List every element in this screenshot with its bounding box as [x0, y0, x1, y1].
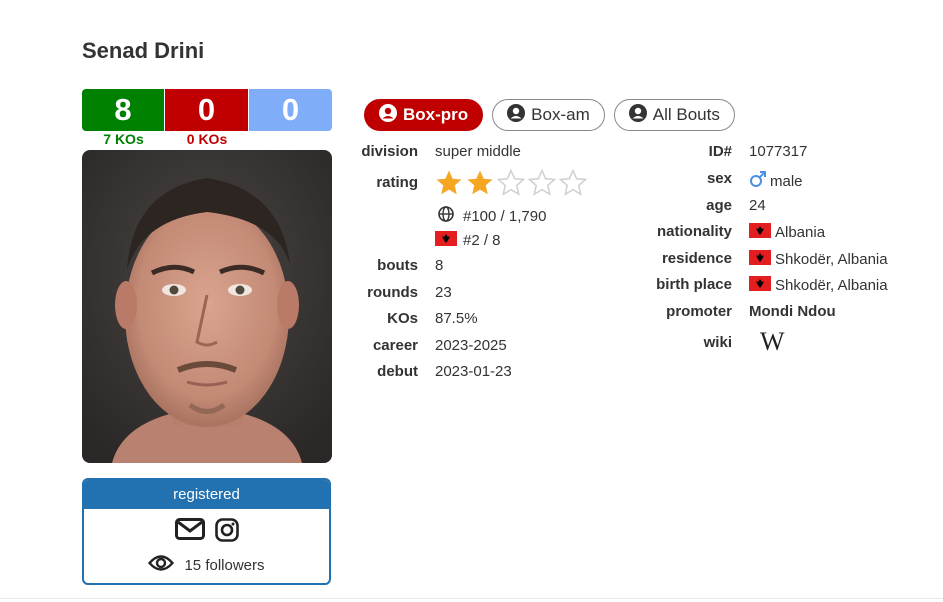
- albania-flag-icon: [749, 250, 771, 269]
- id-value: 1077317: [749, 143, 808, 160]
- star-empty-icon: [527, 168, 557, 196]
- age-label: age: [706, 197, 732, 214]
- tab-label: All Bouts: [652, 105, 720, 124]
- world-ranking[interactable]: #100 / 1,790: [435, 206, 546, 226]
- boxer-name: Senad Drini: [82, 38, 205, 63]
- star-empty-icon: [558, 168, 588, 196]
- national-ranking[interactable]: #2 / 8: [435, 231, 501, 250]
- kos-label: KOs: [387, 310, 418, 327]
- career-label: career: [372, 337, 418, 354]
- divider: [0, 598, 943, 599]
- career-value: 2023-2025: [435, 337, 507, 354]
- sex-value-group: male: [749, 170, 803, 192]
- wiki-label: wiki: [703, 334, 732, 351]
- birth-place-label: birth place: [656, 276, 732, 293]
- rating-stars: [434, 168, 588, 198]
- residence-value: Shkodër, Albania: [775, 251, 888, 268]
- world-ranking-value: #100 / 1,790: [463, 207, 547, 225]
- nationality-value: Albania: [775, 224, 826, 241]
- division-value[interactable]: super middle: [435, 143, 521, 160]
- user-circle-icon: [379, 103, 397, 127]
- tab-all-bouts[interactable]: All Bouts: [613, 99, 735, 131]
- sex-value: male: [770, 172, 803, 190]
- user-circle-icon: [507, 103, 526, 127]
- debut-label: debut: [377, 363, 418, 380]
- rating-label: rating: [376, 174, 418, 191]
- envelope-icon[interactable]: [174, 518, 205, 547]
- male-icon: [749, 170, 767, 192]
- tab-label: Box-am: [531, 105, 590, 124]
- eye-icon: [148, 554, 175, 576]
- star-empty-icon: [496, 168, 526, 196]
- sex-label: sex: [706, 170, 732, 187]
- user-circle-icon: [628, 103, 647, 127]
- instagram-icon[interactable]: [214, 518, 239, 547]
- star-filled-icon: [436, 170, 462, 195]
- division-label: division: [361, 143, 418, 160]
- followers-count: 15 followers: [184, 556, 265, 574]
- residence-label: residence: [661, 250, 732, 267]
- albania-flag-icon: [749, 276, 771, 295]
- kos-value: 87.5%: [435, 310, 478, 327]
- rounds-label: rounds: [367, 284, 418, 301]
- losses-kos: 0 KOs: [186, 131, 228, 147]
- nationality-value-group[interactable]: Albania: [749, 223, 825, 242]
- boxer-photo: [82, 150, 332, 463]
- debut-value[interactable]: 2023-01-23: [435, 363, 512, 380]
- age-value: 24: [749, 197, 766, 214]
- star-filled-icon: [467, 170, 493, 195]
- registered-label: registered: [84, 480, 329, 509]
- residence-value-group[interactable]: Shkodër, Albania: [749, 250, 888, 269]
- bouts-label: bouts: [377, 257, 418, 274]
- registered-panel: registered 15 followers: [82, 478, 331, 585]
- followers: 15 followers: [84, 554, 329, 576]
- bouts-value: 8: [435, 257, 444, 274]
- losses-count: 0: [165, 89, 249, 131]
- wikipedia-icon[interactable]: W: [760, 327, 785, 357]
- promoter-value[interactable]: Mondi Ndou: [749, 303, 836, 320]
- national-ranking-value: #2 / 8: [463, 232, 501, 249]
- contact-icons: [84, 518, 329, 547]
- promoter-label: promoter: [666, 303, 732, 320]
- wins-kos: 7 KOs: [103, 131, 144, 147]
- tabs: Box-pro Box-am All Bouts: [364, 99, 735, 131]
- draws-count: 0: [249, 89, 332, 131]
- record-bar: 8 0 0: [82, 89, 332, 131]
- birth-place-value: Shkodër, Albania: [775, 277, 888, 294]
- nationality-label: nationality: [656, 223, 732, 240]
- globe-icon: [435, 206, 457, 226]
- rounds-value: 23: [435, 284, 452, 301]
- id-label: ID#: [708, 143, 732, 160]
- tab-label: Box-pro: [403, 105, 469, 124]
- tab-box-pro[interactable]: Box-pro: [364, 99, 484, 131]
- wins-count: 8: [82, 89, 165, 131]
- albania-flag-icon: [435, 231, 457, 250]
- albania-flag-icon: [749, 223, 771, 242]
- birth-place-value-group[interactable]: Shkodër, Albania: [749, 276, 888, 295]
- tab-box-am[interactable]: Box-am: [492, 99, 605, 131]
